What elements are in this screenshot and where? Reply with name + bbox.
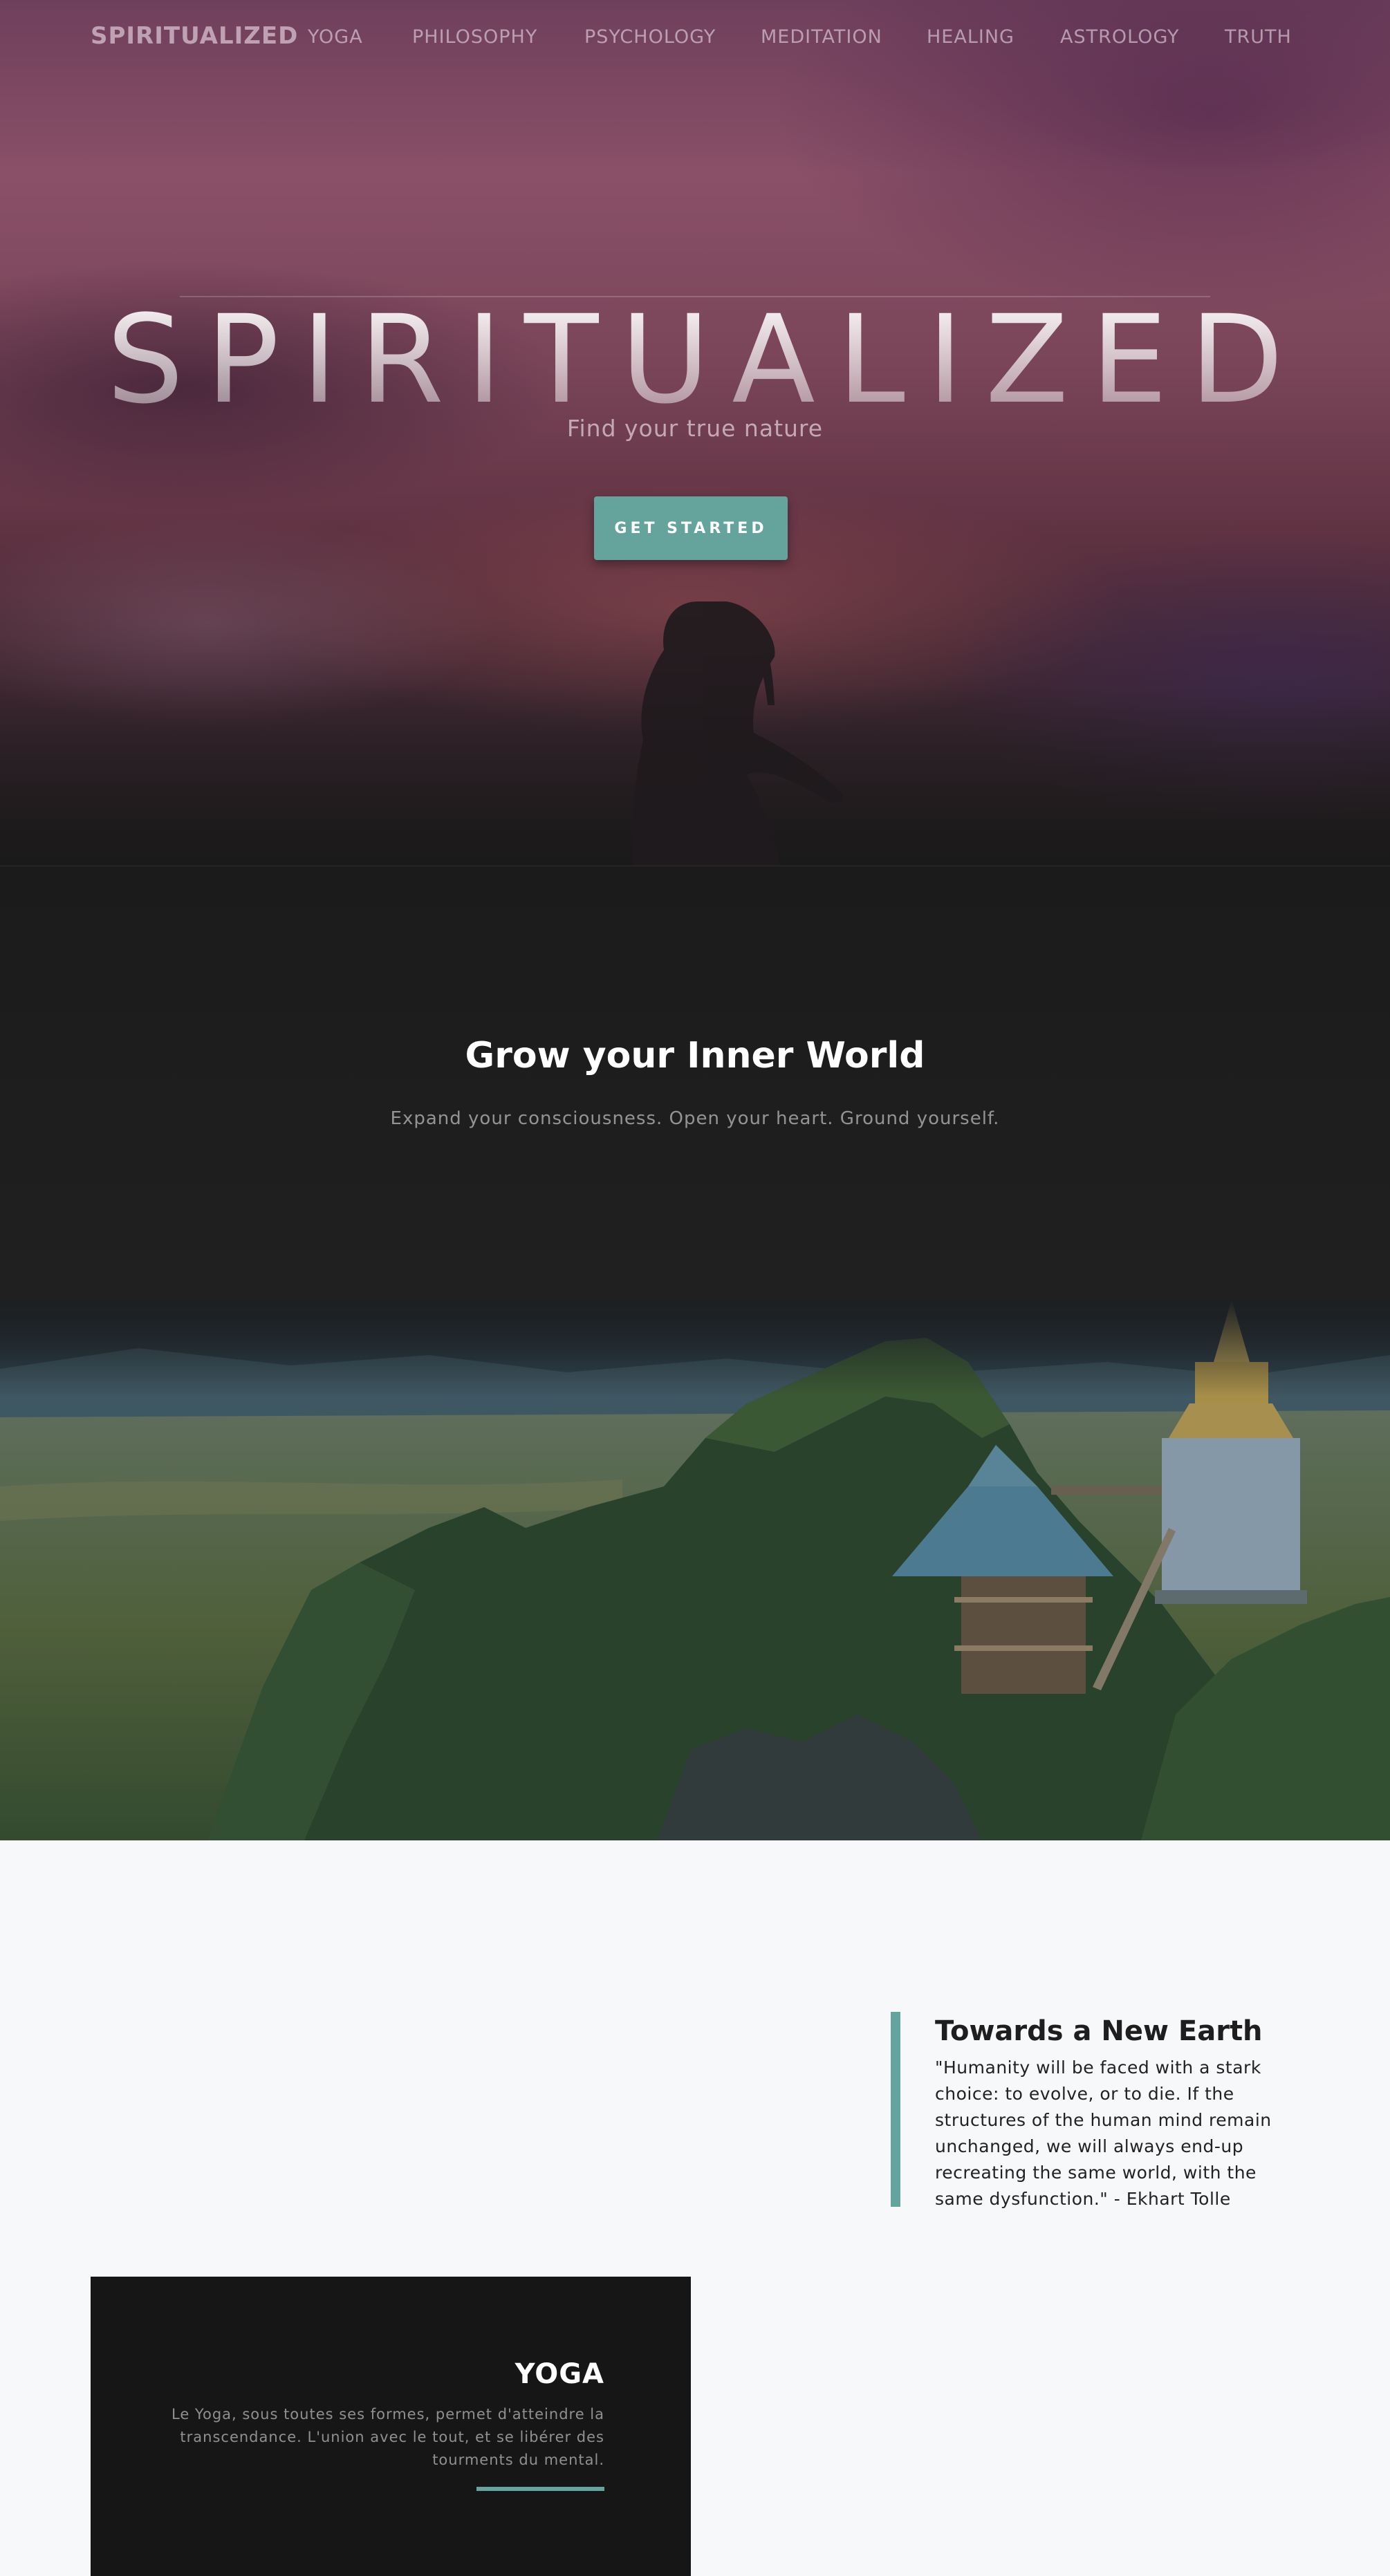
hero-title: SPIRITUALIZED xyxy=(0,289,1390,431)
nav-link-meditation[interactable]: MEDITATION xyxy=(761,26,882,48)
yoga-card[interactable]: YOGA Le Yoga, sous toutes ses formes, pe… xyxy=(91,2277,691,2576)
featured-quote-text: "Humanity will be faced with a stark cho… xyxy=(935,2057,1272,2209)
featured-quote-block: Towards a New Earth "Humanity will be fa… xyxy=(891,2012,1278,2209)
yoga-card-text: Le Yoga, sous toutes ses formes, permet … xyxy=(172,2406,604,2468)
hero-section: SPIRITUALIZED YOGA PHILOSOPHY PSYCHOLOGY… xyxy=(0,0,1390,866)
nav-link-philosophy[interactable]: PHILOSOPHY xyxy=(412,26,537,48)
brand-logo[interactable]: SPIRITUALIZED xyxy=(91,22,298,50)
nav-link-astrology[interactable]: ASTROLOGY xyxy=(1060,26,1180,48)
yoga-card-title: YOGA xyxy=(515,2358,604,2390)
nav-link-psychology[interactable]: PSYCHOLOGY xyxy=(584,26,716,48)
about-section: Grow your Inner World Expand your consci… xyxy=(0,866,1390,1308)
accent-underline xyxy=(476,2487,604,2491)
nav-link-yoga[interactable]: YOGA xyxy=(308,26,363,48)
top-navbar: SPIRITUALIZED YOGA PHILOSOPHY PSYCHOLOGY… xyxy=(0,0,1390,75)
about-text: Expand your consciousness. Open your hea… xyxy=(390,1108,1000,1129)
dancer-silhouette-image xyxy=(631,601,843,866)
hero-subtitle: Find your true nature xyxy=(566,415,824,442)
mountain-temple-illustration xyxy=(0,1300,1390,1840)
nav-link-healing[interactable]: HEALING xyxy=(927,26,1014,48)
projects-section: Towards a New Earth "Humanity will be fa… xyxy=(0,1840,1390,2576)
get-started-button[interactable]: GET STARTED xyxy=(594,496,788,560)
landscape-temple-image xyxy=(0,1300,1390,1840)
nav-link-truth[interactable]: TRUTH xyxy=(1225,26,1292,48)
about-title: Grow your Inner World xyxy=(465,1035,925,1076)
featured-title: Towards a New Earth xyxy=(935,2015,1263,2047)
